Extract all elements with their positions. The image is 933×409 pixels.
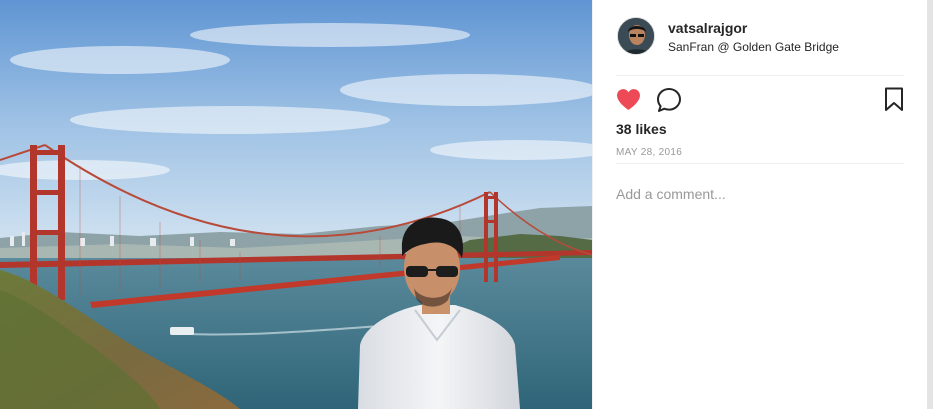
post-photo[interactable] [0,0,592,409]
golden-gate-bridge-photo [0,0,592,409]
avatar[interactable] [617,17,655,55]
post-header: vatsalrajgor SanFran @ Golden Gate Bridg… [617,17,907,57]
username-link[interactable]: vatsalrajgor [668,20,747,36]
comment-bubble-icon[interactable] [656,87,682,118]
boat [170,327,194,335]
comment-input[interactable] [616,182,904,206]
avatar-image [618,18,654,54]
bookmark-icon[interactable] [884,87,904,117]
heart-icon[interactable] [616,88,641,116]
post-date: MAY 28, 2016 [616,147,683,158]
comment-divider [616,163,904,164]
likes-count[interactable]: 38 likes [616,121,667,137]
header-divider [616,75,904,76]
scrollbar[interactable] [927,0,933,409]
post-sidebar: vatsalrajgor SanFran @ Golden Gate Bridg… [592,0,927,409]
location-link[interactable]: SanFran @ Golden Gate Bridge [668,40,839,54]
